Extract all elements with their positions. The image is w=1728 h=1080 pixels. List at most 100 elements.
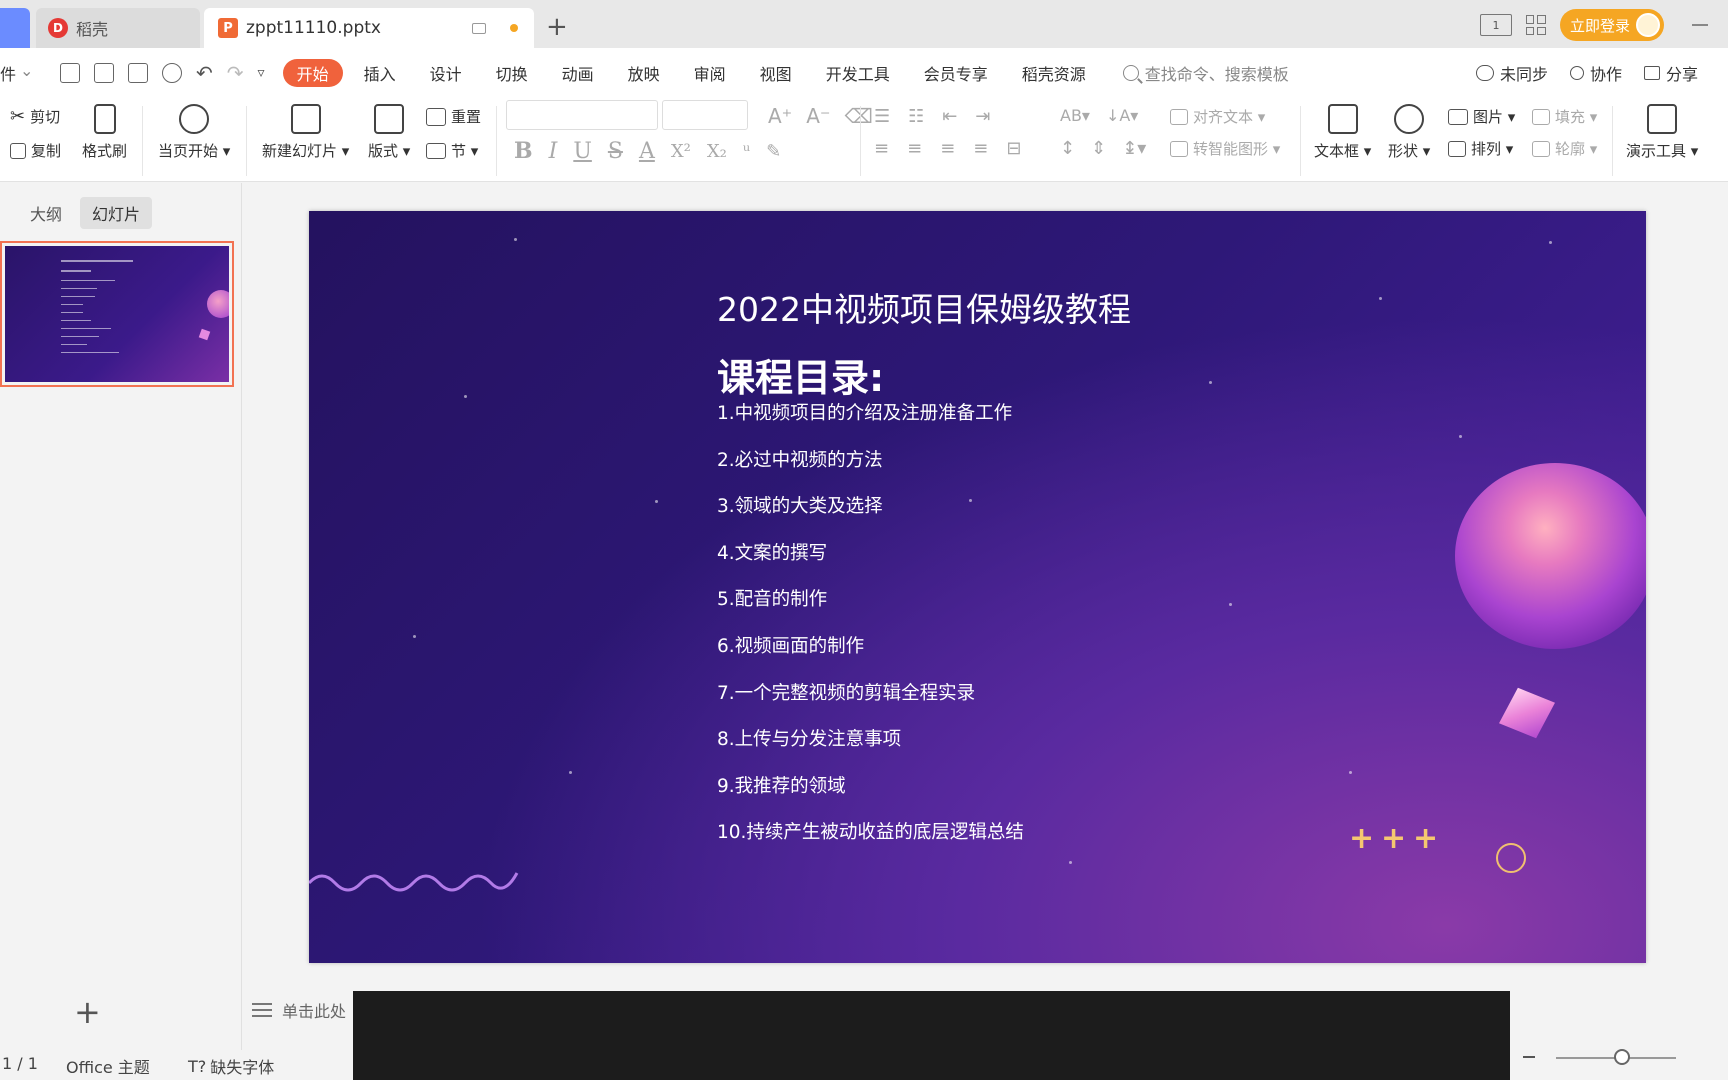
notes-area[interactable]: 单击此处 xyxy=(252,998,346,1022)
font-size-select[interactable] xyxy=(662,100,748,130)
arrange-button[interactable]: 排列 ▾ xyxy=(1448,138,1513,159)
login-button[interactable]: 立即登录 xyxy=(1559,9,1664,41)
paragraph-spacing-icon[interactable]: ⇕ xyxy=(1091,138,1106,159)
redo-icon[interactable]: ↷ xyxy=(227,63,244,83)
align-left-icon[interactable]: ≡ xyxy=(874,138,889,159)
presenter-tools-button[interactable]: 演示工具 ▾ xyxy=(1626,104,1698,161)
sort-icon[interactable]: ↓A▾ xyxy=(1106,106,1138,125)
line-spacing-icon[interactable]: ↕ xyxy=(1060,138,1075,159)
play-from-current-button[interactable]: 当页开始 ▾ xyxy=(158,104,230,161)
slide[interactable]: 2022中视频项目保姆级教程 课程目录: 1.中视频项目的介绍及注册准备工作 2… xyxy=(309,211,1646,963)
print-preview-icon[interactable] xyxy=(162,63,182,83)
layout-button[interactable]: 版式 ▾ xyxy=(368,104,410,161)
outline-button[interactable]: 轮廓 ▾ xyxy=(1532,138,1597,159)
bullet-list-icon[interactable]: ☰ xyxy=(874,106,890,127)
apps-grid-icon[interactable] xyxy=(1525,15,1546,35)
file-menu-label: 件 xyxy=(0,65,17,84)
app-tab-docer[interactable]: D 稻壳 xyxy=(36,8,200,48)
zoom-out-button[interactable] xyxy=(1523,1056,1535,1058)
clear-format-icon[interactable]: ⌫ xyxy=(845,104,873,128)
decrease-indent-icon[interactable]: ⇤ xyxy=(942,106,957,127)
print-icon[interactable] xyxy=(128,63,148,83)
shrink-font-icon[interactable]: A⁻ xyxy=(806,104,830,128)
tab-slides[interactable]: 幻灯片 xyxy=(80,197,153,229)
tab-animations[interactable]: 动画 xyxy=(545,59,611,87)
slide-thumbnail[interactable] xyxy=(0,241,234,387)
tab-design[interactable]: 设计 xyxy=(413,59,479,87)
italic-icon[interactable]: I xyxy=(549,139,558,164)
tab-outline[interactable]: 大纲 xyxy=(18,197,74,229)
reset-button[interactable]: 重置 xyxy=(426,106,481,127)
tab-member[interactable]: 会员专享 xyxy=(907,59,1005,87)
text-box-button[interactable]: 文本框 ▾ xyxy=(1314,104,1371,161)
tab-home[interactable]: 开始 xyxy=(282,59,343,87)
shape-button[interactable]: 形状 ▾ xyxy=(1388,104,1430,161)
collab-button[interactable]: 协作 xyxy=(1569,61,1622,85)
text-direction-icon[interactable]: AB▾ xyxy=(1060,106,1090,125)
share-button[interactable]: 分享 xyxy=(1643,61,1698,85)
command-search[interactable]: 查找命令、搜索模板 xyxy=(1122,61,1289,85)
share-label: 分享 xyxy=(1665,65,1698,84)
strikethrough-icon[interactable]: S xyxy=(608,139,623,164)
ring-decoration[interactable] xyxy=(1496,843,1526,873)
tab-review[interactable]: 审阅 xyxy=(677,59,743,87)
home-tab[interactable] xyxy=(0,8,30,48)
align-right-icon[interactable]: ≡ xyxy=(940,138,955,159)
tab-insert[interactable]: 插入 xyxy=(347,59,413,87)
increase-indent-icon[interactable]: ⇥ xyxy=(975,106,990,127)
justify-icon[interactable]: ≡ xyxy=(973,138,988,159)
font-color-icon[interactable]: A xyxy=(639,139,655,164)
save-icon[interactable] xyxy=(60,63,80,83)
file-menu[interactable]: 件 ⌄ xyxy=(0,61,40,85)
grow-font-icon[interactable]: A⁺ xyxy=(768,104,792,128)
minimize-icon[interactable] xyxy=(1692,24,1708,26)
format-painter-button[interactable]: 格式刷 xyxy=(82,104,127,161)
course-list[interactable]: 1.中视频项目的介绍及注册准备工作 2.必过中视频的方法 3.领域的大类及选择 … xyxy=(717,403,1024,869)
cube-decoration[interactable] xyxy=(1499,687,1555,739)
planet-sphere-decoration[interactable] xyxy=(1455,463,1646,649)
tab-view[interactable]: 视图 xyxy=(743,59,809,87)
shape-icon xyxy=(1394,104,1425,134)
layout-icon[interactable]: 1 xyxy=(1479,14,1512,36)
picture-button[interactable]: 图片 ▾ xyxy=(1448,106,1515,127)
wave-decoration[interactable] xyxy=(309,863,519,903)
distribute-icon[interactable]: ⊟ xyxy=(1006,138,1021,159)
underline-icon[interactable]: U xyxy=(573,139,592,164)
sync-button[interactable]: 未同步 xyxy=(1475,61,1548,85)
file-tab[interactable]: P zppt11110.pptx xyxy=(204,8,534,48)
customize-chevron-icon[interactable]: ▿ xyxy=(258,63,265,83)
smart-art-button[interactable]: 转智能图形 ▾ xyxy=(1170,138,1280,159)
tab-transitions[interactable]: 切换 xyxy=(479,59,545,87)
spacing-more-icon[interactable]: ↨▾ xyxy=(1122,138,1146,159)
subscript-icon[interactable]: X₂ xyxy=(707,141,727,162)
monitor-icon[interactable] xyxy=(472,22,486,34)
numbered-list-icon[interactable]: ☷ xyxy=(908,106,924,127)
phonetic-icon[interactable]: ᵘ xyxy=(743,141,750,162)
bold-icon[interactable]: B xyxy=(514,138,533,164)
missing-font-button[interactable]: T? 缺失字体 xyxy=(188,1054,274,1078)
new-slide-button[interactable]: 新建幻灯片 ▾ xyxy=(262,104,349,161)
cut-button[interactable]: ✂ 剪切 xyxy=(10,106,60,127)
slide-title[interactable]: 2022中视频项目保姆级教程 xyxy=(717,283,1131,331)
tab-developer[interactable]: 开发工具 xyxy=(809,59,907,87)
copy-button[interactable]: 复制 xyxy=(10,140,61,161)
fill-button[interactable]: 填充 ▾ xyxy=(1532,106,1597,127)
undo-icon[interactable]: ↶ xyxy=(196,63,213,83)
tab-docer-resources[interactable]: 稻壳资源 xyxy=(1005,59,1103,87)
spacing-buttons: ↕ ⇕ ↨▾ xyxy=(1060,138,1146,159)
theme-name[interactable]: Office 主题 xyxy=(66,1054,150,1078)
add-slide-button[interactable]: + xyxy=(74,993,101,1031)
align-center-icon[interactable]: ≡ xyxy=(907,138,922,159)
export-pdf-icon[interactable] xyxy=(94,63,114,83)
slide-subtitle[interactable]: 课程目录: xyxy=(717,347,884,402)
highlight-icon[interactable]: ✎ xyxy=(766,141,781,162)
superscript-icon[interactable]: X² xyxy=(671,141,691,162)
section-button[interactable]: 节 ▾ xyxy=(426,140,478,161)
thumbnail-preview xyxy=(5,246,229,382)
tab-slideshow[interactable]: 放映 xyxy=(611,59,677,87)
align-text-button[interactable]: 对齐文本 ▾ xyxy=(1170,106,1265,127)
font-family-select[interactable] xyxy=(506,100,658,130)
zoom-slider-handle[interactable] xyxy=(1614,1049,1630,1065)
new-tab-button[interactable]: + xyxy=(546,14,568,40)
file-tab-label: zppt11110.pptx xyxy=(246,18,381,38)
